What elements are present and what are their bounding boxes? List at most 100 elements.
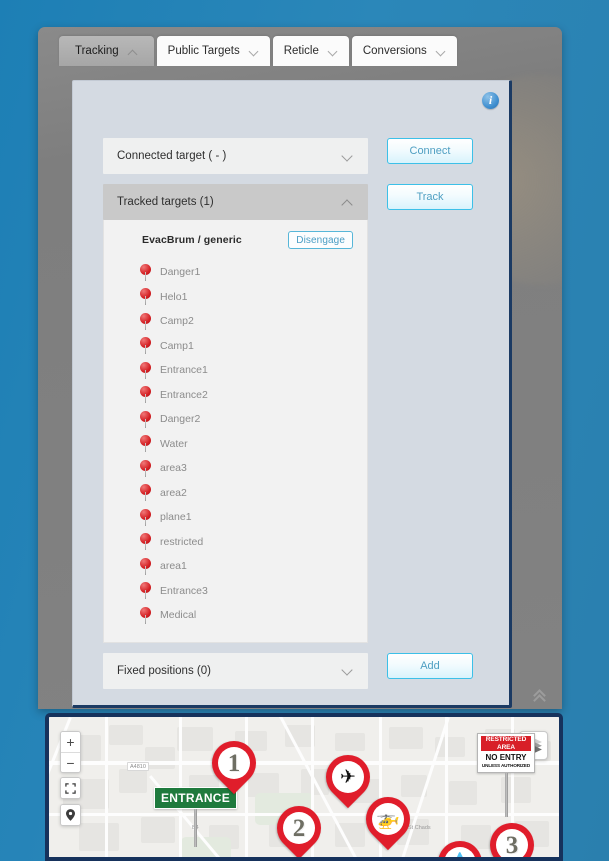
accordion-header-fixed-positions[interactable]: Fixed positions (0)	[103, 652, 368, 689]
map-block	[449, 781, 477, 805]
list-item[interactable]: Entrance2	[104, 383, 367, 408]
restricted-sign-line-2: NO ENTRY	[485, 752, 527, 762]
map-pin-icon	[140, 435, 151, 453]
tracked-targets-body: EvacBrum / generic Disengage Danger1 Helo…	[103, 220, 368, 643]
tab-reticle[interactable]: Reticle	[272, 36, 349, 66]
poi-label: Entrance1	[160, 364, 208, 377]
tab-tracking[interactable]: Tracking	[59, 36, 154, 66]
location-pin-icon[interactable]	[61, 805, 80, 825]
restricted-sign-line-1: RESTRICTED AREA	[481, 736, 531, 751]
accordion-header-connected-target[interactable]: Connected target ( - )	[103, 138, 368, 174]
poi-label: Medical	[160, 609, 197, 622]
zoom-in-button[interactable]: +	[61, 732, 80, 752]
zoom-out-button[interactable]: −	[61, 752, 80, 772]
marker-number: 2	[292, 814, 306, 842]
map-block	[119, 769, 147, 793]
airplane-icon: ✈	[340, 766, 356, 788]
tab-label: Conversions	[362, 45, 427, 57]
tab-label: Public Targets	[167, 45, 240, 57]
restricted-sign-face: RESTRICTED AREA NO ENTRY UNLESS AUTHORIZED	[477, 733, 535, 773]
sign-post-pole	[194, 809, 198, 847]
poi-label: Danger1	[160, 266, 201, 279]
map-pin-icon	[140, 312, 151, 330]
list-item[interactable]: Helo1	[104, 285, 367, 310]
marker-3[interactable]: 3	[480, 813, 544, 857]
list-item[interactable]: Medical	[104, 603, 367, 628]
poi-label: Helo1	[160, 290, 188, 303]
map-block	[177, 727, 213, 751]
restricted-sign-line-3: UNLESS AUTHORIZED	[481, 762, 531, 768]
list-item[interactable]: Entrance3	[104, 579, 367, 604]
map-pin-icon	[140, 410, 151, 428]
list-item[interactable]: restricted	[104, 530, 367, 555]
poi-label: Danger2	[160, 413, 201, 426]
poi-label: area3	[160, 462, 187, 475]
map-pin-icon	[140, 263, 151, 281]
map-pin-icon	[140, 557, 151, 575]
marker-inner-circle: 2	[283, 812, 315, 844]
list-item[interactable]: area1	[104, 554, 367, 579]
marker-2[interactable]: 2	[267, 796, 331, 857]
map-fullscreen-control	[60, 777, 81, 799]
list-item[interactable]: area2	[104, 481, 367, 506]
tracked-targets-section: Tracked targets (1) EvacBrum / generic D…	[103, 184, 368, 643]
connect-button[interactable]: Connect	[387, 138, 473, 164]
marker-helo[interactable]: 🚁	[356, 787, 420, 853]
map-label: A4810	[127, 762, 149, 771]
tab-public-targets[interactable]: Public Targets	[156, 36, 270, 66]
poi-label: area1	[160, 560, 187, 573]
list-item[interactable]: Camp2	[104, 309, 367, 334]
double-chevron-up-icon[interactable]	[531, 689, 551, 707]
location-pin-glyph	[66, 809, 75, 821]
tracking-content-panel: i Connected target ( - ) Connect Tracked…	[72, 80, 512, 708]
water-drop-icon: 💧	[448, 854, 472, 858]
list-item[interactable]: Water	[104, 432, 367, 457]
fixed-positions-row: Fixed positions (0) Add	[103, 652, 491, 689]
poi-label: Water	[160, 437, 188, 450]
disengage-button[interactable]: Disengage	[288, 231, 353, 249]
connected-target-section: Connected target ( - )	[103, 138, 368, 174]
fullscreen-icon[interactable]	[61, 778, 80, 798]
marker-1[interactable]: 1	[202, 731, 266, 797]
poi-label: Entrance3	[160, 584, 208, 597]
target-header: EvacBrum / generic Disengage	[104, 231, 367, 249]
accordion-header-tracked-targets[interactable]: Tracked targets (1)	[103, 184, 368, 220]
map-block	[145, 747, 175, 769]
tab-conversions[interactable]: Conversions	[351, 36, 457, 66]
marker-number: 1	[227, 749, 241, 777]
list-item[interactable]: Entrance1	[104, 358, 367, 383]
tab-bar: Tracking Public Targets Reticle Conversions	[59, 32, 457, 66]
map-pin-icon	[140, 582, 151, 600]
marker-water[interactable]: 💧	[428, 831, 492, 858]
connected-target-row: Connected target ( - ) Connect	[103, 138, 491, 174]
chevron-up-icon	[341, 196, 354, 209]
fullscreen-glyph	[65, 782, 76, 794]
map-road	[105, 717, 108, 857]
marker-inner-circle: 🚁	[372, 803, 404, 835]
add-button[interactable]: Add	[387, 652, 473, 679]
map-block	[109, 725, 143, 745]
map-pin-icon	[140, 508, 151, 526]
map-locate-control	[60, 804, 81, 826]
marker-inner-circle: 1	[218, 747, 250, 779]
map-pin-icon	[140, 386, 151, 404]
info-icon[interactable]: i	[482, 92, 499, 109]
marker-plane[interactable]: ✈	[316, 745, 380, 811]
list-item[interactable]: Danger2	[104, 407, 367, 432]
track-button[interactable]: Track	[387, 184, 473, 210]
tracked-targets-row: Tracked targets (1) EvacBrum / generic D…	[103, 184, 491, 643]
poi-label: Entrance2	[160, 388, 208, 401]
poi-label: restricted	[160, 535, 204, 548]
map-pin-icon	[140, 533, 151, 551]
helicopter-icon: 🚁	[376, 808, 400, 830]
list-item[interactable]: area3	[104, 456, 367, 481]
tracked-targets-label: Tracked targets (1)	[117, 196, 214, 208]
poi-label: plane1	[160, 511, 192, 524]
list-item[interactable]: plane1	[104, 505, 367, 530]
sign-post-pole	[504, 772, 508, 817]
map-pin-icon	[140, 288, 151, 306]
list-item[interactable]: Danger1	[104, 260, 367, 285]
section-list: Connected target ( - ) Connect Tracked t…	[103, 138, 491, 699]
sign-restricted[interactable]: RESTRICTED AREA NO ENTRY UNLESS AUTHORIZED	[477, 733, 535, 817]
list-item[interactable]: Camp1	[104, 334, 367, 359]
